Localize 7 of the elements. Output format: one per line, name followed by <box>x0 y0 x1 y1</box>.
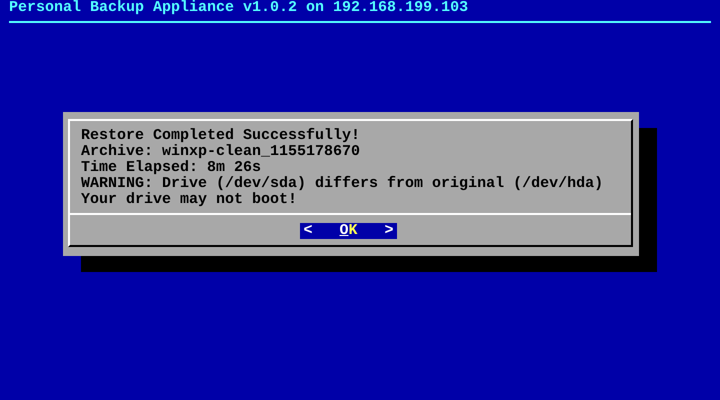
message-text: Your drive may not boot! <box>81 192 298 208</box>
message-text: Restore Completed Successfully! <box>81 128 360 144</box>
ok-button[interactable]: < OK > <box>300 223 397 239</box>
screen-title: Personal Backup Appliance v1.0.2 on 192.168.199.103 <box>9 0 468 16</box>
message-text: Archive: winxp-clean_1155178670 <box>81 144 360 160</box>
message-text: Time Elapsed: 8m 26s <box>81 160 262 176</box>
message-text: WARNING: Drive (/dev/sda) differs from original (/dev/hda) <box>81 176 604 192</box>
